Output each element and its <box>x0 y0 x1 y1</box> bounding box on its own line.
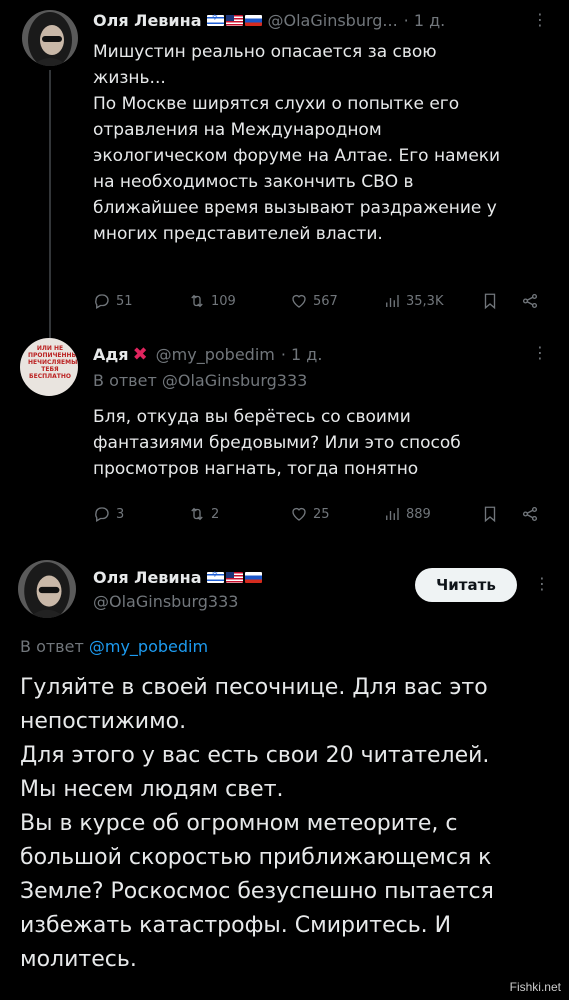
views-button[interactable]: 35,3K <box>383 292 443 310</box>
reply-count: 51 <box>116 293 133 309</box>
author-handle[interactable]: @OlaGinsburg... <box>268 11 398 30</box>
tweet-1[interactable]: Оля Левина @OlaGinsburg... · 1 д. ⋮ Мишу… <box>0 0 569 338</box>
retweet-count: 2 <box>211 506 220 522</box>
more-options-icon[interactable]: ⋮ <box>532 10 548 29</box>
usa-flag-icon <box>225 15 243 26</box>
bookmark-icon <box>484 293 496 310</box>
reply-handle[interactable]: @OlaGinsburg333 <box>162 371 307 390</box>
views-count: 35,3K <box>406 293 444 309</box>
reply-handle-link[interactable]: @my_pobedim <box>89 637 208 656</box>
views-chart-icon <box>386 508 399 520</box>
avatar-ola[interactable] <box>22 10 78 66</box>
reply-icon <box>95 294 109 309</box>
thread-line <box>49 70 51 338</box>
reply-count: 3 <box>116 506 125 522</box>
author-handle[interactable]: @my_pobedim <box>156 345 275 364</box>
retweet-button[interactable]: 2 <box>188 505 219 523</box>
reply-to-line: В ответ @my_pobedim <box>20 637 208 656</box>
israel-flag-icon <box>206 13 224 26</box>
russia-flag-icon <box>244 15 262 26</box>
tweet-time[interactable]: · 1 д. <box>281 345 323 364</box>
israel-flag-icon <box>206 570 224 583</box>
more-options-icon[interactable]: ⋮ <box>532 343 548 362</box>
action-bar: 3 2 25 889 <box>93 503 553 525</box>
avatar-ola[interactable] <box>18 560 76 618</box>
views-chart-icon <box>386 295 399 307</box>
retweet-icon <box>191 294 203 308</box>
retweet-icon <box>191 507 203 521</box>
share-button[interactable] <box>521 505 539 523</box>
heart-icon <box>292 507 306 521</box>
thread-line-top <box>49 325 51 335</box>
views-count: 889 <box>406 506 431 522</box>
reply-prefix: В ответ <box>93 371 157 390</box>
bookmark-icon <box>484 506 496 523</box>
more-options-icon[interactable]: ⋮ <box>534 574 550 593</box>
usa-flag-icon <box>225 572 243 583</box>
tweet-header: Оля Левина <box>93 568 268 587</box>
tweet-time[interactable]: · 1 д. <box>404 11 446 30</box>
tweet-text: Мишустин реально опасается за свою жизнь… <box>93 42 501 244</box>
retweet-button[interactable]: 109 <box>188 292 236 310</box>
tweet-3-focused[interactable]: Оля Левина @OlaGinsburg333 Читать ⋮ В от… <box>0 540 569 1000</box>
like-count: 567 <box>313 293 338 309</box>
like-button[interactable]: 567 <box>290 292 338 310</box>
red-x-icon: ✖ <box>132 344 148 365</box>
reply-prefix: В ответ <box>20 637 84 656</box>
views-button[interactable]: 889 <box>383 505 431 523</box>
bookmark-button[interactable] <box>481 505 499 523</box>
author-name[interactable]: Адя <box>93 345 129 364</box>
tweet-header: Оля Левина @OlaGinsburg... · 1 д. <box>93 11 445 30</box>
reply-button[interactable]: 51 <box>93 292 133 310</box>
watermark: Fishki.net <box>509 980 561 994</box>
tweet-header: Адя ✖ @my_pobedim · 1 д. <box>93 344 322 365</box>
tweet-2[interactable]: ИЛИ НЕ ПРОПИЧЕННЫМ НЕЧИСЛЯЕМЫМ ТЕБЯ БЕСП… <box>0 325 569 540</box>
share-icon <box>522 506 538 522</box>
like-button[interactable]: 25 <box>290 505 330 523</box>
tweet-text: Гуляйте в своей песочнице. Для вас это н… <box>20 675 494 972</box>
author-handle[interactable]: @OlaGinsburg333 <box>93 592 238 611</box>
follow-button[interactable]: Читать <box>415 568 517 602</box>
bookmark-button[interactable] <box>481 292 499 310</box>
reply-to-line: В ответ @OlaGinsburg333 <box>93 371 307 390</box>
avatar-protest-sign: ИЛИ НЕ ПРОПИЧЕННЫМ НЕЧИСЛЯЕМЫМ ТЕБЯ БЕСП… <box>28 345 78 380</box>
like-count: 25 <box>313 506 330 522</box>
avatar-adya[interactable]: ИЛИ НЕ ПРОПИЧЕННЫМ НЕЧИСЛЯЕМЫМ ТЕБЯ БЕСП… <box>20 338 78 396</box>
flag-icons <box>206 13 262 26</box>
reply-button[interactable]: 3 <box>93 505 124 523</box>
author-name[interactable]: Оля Левина <box>93 11 202 30</box>
heart-icon <box>292 294 306 308</box>
share-icon <box>522 293 538 309</box>
flag-icons <box>206 570 262 583</box>
reply-icon <box>95 507 109 522</box>
tweet-text: Бля, откуда вы берётесь со своими фантаз… <box>93 407 461 479</box>
retweet-count: 109 <box>211 293 236 309</box>
russia-flag-icon <box>244 572 262 583</box>
share-button[interactable] <box>521 292 539 310</box>
action-bar: 51 109 567 35,3K <box>93 290 553 312</box>
author-name[interactable]: Оля Левина <box>93 568 202 587</box>
